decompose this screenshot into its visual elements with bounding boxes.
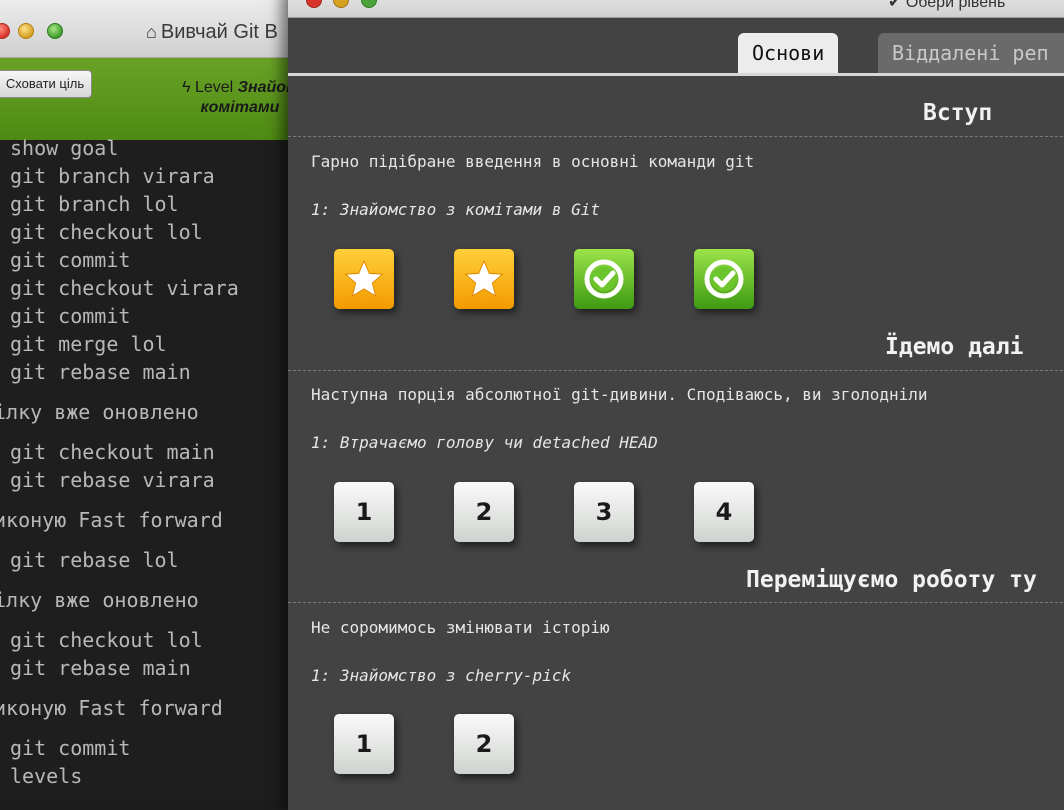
terminal-line: git commit [10,248,131,272]
section-description: Наступна порція абсолютної git-дивини. С… [311,385,928,404]
zoom-window-button[interactable] [361,0,377,8]
level-2-button[interactable]: 2 [454,714,514,774]
home-icon: ⌂ [146,22,157,42]
terminal-line: git rebase lol [10,548,179,572]
terminal-line: git merge lol [10,332,167,356]
background-titlebar: ⌂ Вивчай Git B [0,0,300,58]
modal-titlebar: ✔ Обери рівень [288,0,1064,18]
section-subtitle: 1: Знайомство з cherry-pick [311,666,572,685]
check-icon [584,259,624,299]
terminal-line: git branch lol [10,192,179,216]
background-window-title: ⌂ Вивчай Git B [146,21,278,43]
terminal-line: git checkout lol [10,220,203,244]
star-icon [344,259,384,298]
level-select-window: ✔ Обери рівень Основи Віддалені реп Всту… [288,0,1064,810]
section-divider [288,136,1064,137]
terminal-line: git rebase virara [10,468,215,492]
level-3-button[interactable]: 3 [574,482,634,542]
section-title: Вступ [923,100,993,126]
section-title: Їдемо далі [885,334,1024,360]
section-subtitle: 1: Втрачаємо голову чи detached HEAD [311,433,658,452]
check-icon [704,259,744,299]
terminal-line: git commit [10,736,131,760]
level-name: ϟ Level Знайом комітами [182,79,298,116]
section-divider [288,602,1064,603]
terminal-line: git checkout main [10,440,215,464]
lightning-icon: ϟ [182,79,191,96]
zoom-window-button[interactable] [47,23,63,39]
level-toolbar: Сховати ціль ϟ Level Знайом комітами [0,58,300,140]
terminal-line: levels [10,764,83,788]
section-divider [288,370,1064,371]
terminal-line: git branch virara [10,164,215,188]
level-4-button[interactable]: 4 [694,482,754,542]
minimize-window-button[interactable] [333,0,349,8]
terminal-message: иконую Fast forward [0,696,223,720]
level-2-button[interactable]: 2 [454,482,514,542]
choose-level-title: ✔ Обери рівень [888,0,1006,11]
terminal-line: git rebase main [10,656,191,680]
level-3-button[interactable] [574,249,634,309]
level-2-button[interactable] [454,249,514,309]
level-4-button[interactable] [694,249,754,309]
terminal-message: ілку вже оновлено [0,588,199,612]
star-icon [464,259,504,298]
level-1-button[interactable]: 1 [334,714,394,774]
tab-basics[interactable]: Основи [738,33,839,74]
hide-goal-button[interactable]: Сховати ціль [0,70,92,98]
tabs-divider [288,73,1064,76]
section-description: Не соромимось змінювати історію [311,618,610,637]
close-window-button[interactable] [0,23,10,39]
terminal-message: ілку вже оновлено [0,400,199,424]
background-window: ⌂ Вивчай Git B Сховати ціль ϟ Level Знайо… [0,0,300,801]
terminal-line: git commit [10,304,131,328]
level-1-button[interactable] [334,249,394,309]
minimize-window-button[interactable] [18,23,34,39]
section-title: Переміщуємо роботу ту [746,567,1037,593]
terminal-line: git rebase main [10,360,191,384]
terminal-line: git checkout lol [10,628,203,652]
terminal-message: иконую Fast forward [0,508,223,532]
section-subtitle: 1: Знайомство з комітами в Git [311,200,600,219]
level-1-button[interactable]: 1 [334,482,394,542]
section-description: Гарно підібране введення в основні коман… [311,152,755,171]
terminal-line: git checkout virara [10,276,239,300]
tab-remote[interactable]: Віддалені реп [878,33,1064,74]
close-window-button[interactable] [306,0,322,8]
terminal-line: show goal [10,136,119,160]
